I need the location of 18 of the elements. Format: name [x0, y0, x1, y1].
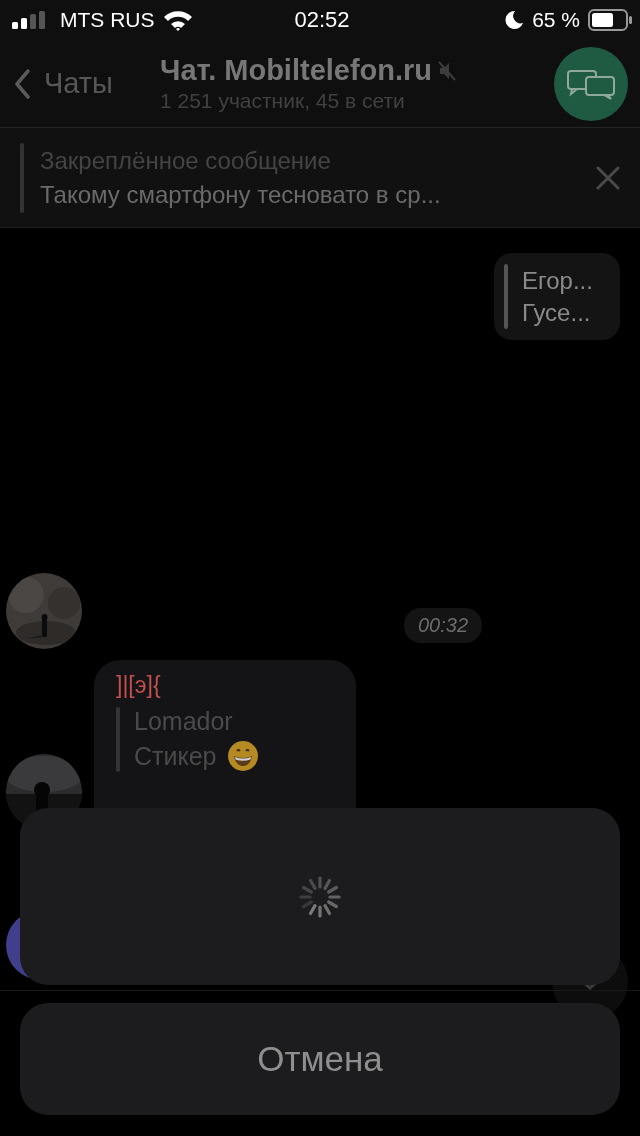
- back-icon[interactable]: [14, 68, 30, 99]
- reply-text: Гусе...: [522, 298, 592, 327]
- pinned-text: Такому смартфону тесновато в ср...: [40, 180, 442, 209]
- back-button[interactable]: Чаты: [14, 67, 154, 100]
- clock-time: 02:52: [294, 7, 350, 33]
- reply-author: Егор...: [522, 266, 593, 295]
- battery-percent: 65 %: [532, 8, 580, 32]
- battery-icon: [588, 9, 632, 31]
- sender-name: ]|[э]{: [116, 672, 162, 699]
- grin-emoji-icon: [226, 740, 259, 772]
- chat-title: Чат. Mobiltelefon.ru: [160, 54, 433, 87]
- carrier-name: MTS RUS: [60, 8, 155, 32]
- moon-icon: [504, 10, 525, 30]
- date-pill: 00:32: [404, 607, 483, 643]
- message-bubble[interactable]: Егор... Гусе...: [494, 253, 620, 340]
- close-icon[interactable]: [596, 165, 620, 190]
- wifi-icon: [162, 9, 193, 31]
- cancel-button[interactable]: Отмена: [20, 1003, 620, 1115]
